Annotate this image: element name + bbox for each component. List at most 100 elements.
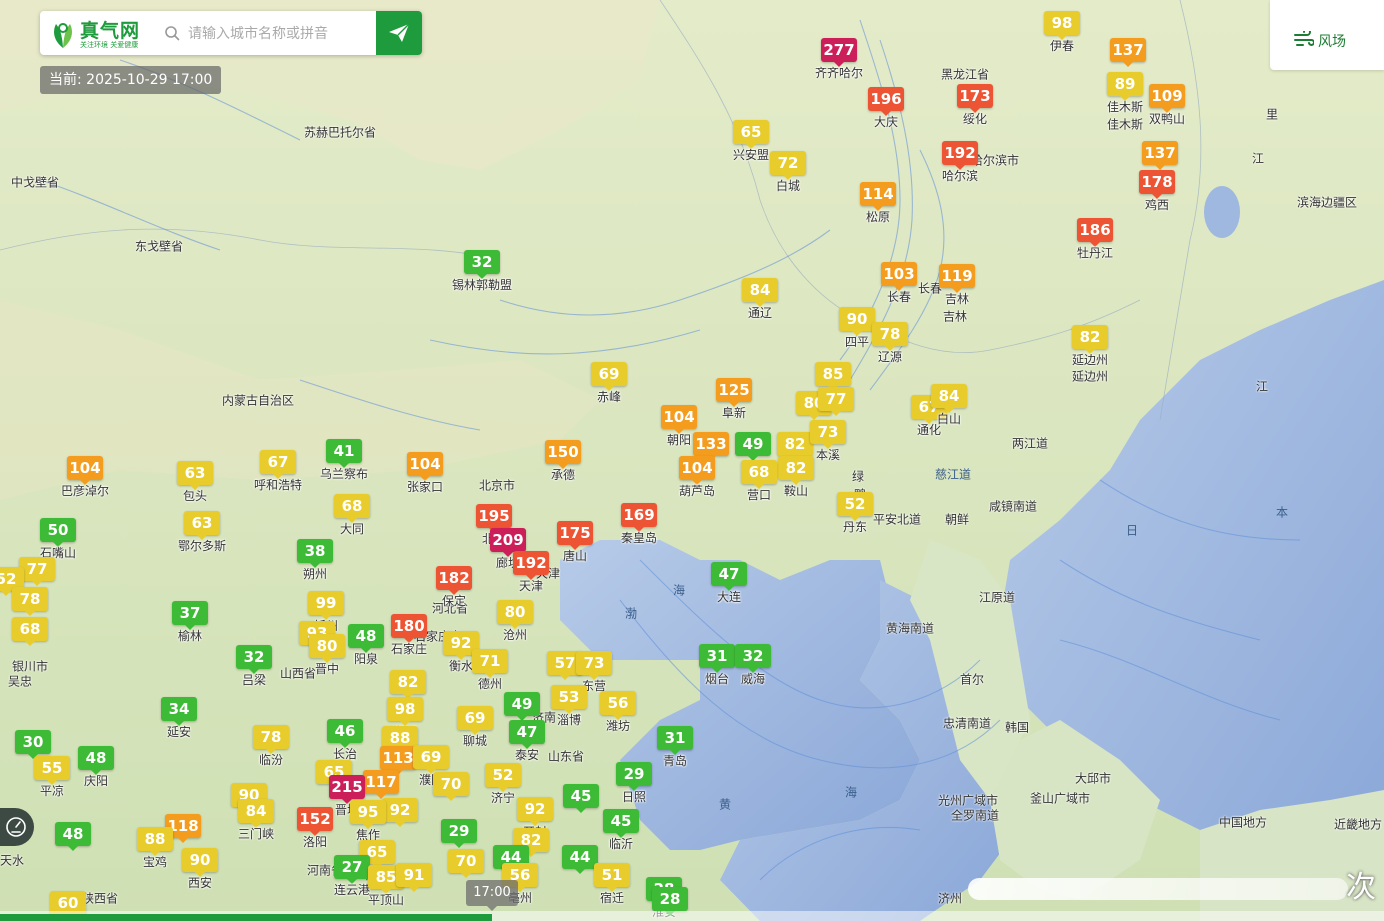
search-submit-button[interactable] [376,11,422,55]
aqi-value-badge[interactable]: 82 [1072,325,1108,354]
aqi-value-badge[interactable]: 50 [40,518,76,547]
aqi-value-badge[interactable]: 44 [562,845,598,874]
aqi-value-badge[interactable]: 99 [308,591,344,620]
aqi-value-badge[interactable]: 31 [657,726,693,755]
aqi-value-badge[interactable]: 38 [297,539,333,568]
aqi-value-badge[interactable]: 49 [735,432,771,461]
aqi-value-badge[interactable]: 45 [563,784,599,813]
aqi-value-badge[interactable]: 48 [78,746,114,775]
aqi-value-badge[interactable]: 92 [382,798,418,827]
aqi-value-badge[interactable]: 77 [19,557,55,586]
aqi-value-badge[interactable]: 69 [591,362,627,391]
aqi-value-badge[interactable]: 27 [334,855,370,884]
aqi-value-badge[interactable]: 92 [517,797,553,826]
aqi-value-badge[interactable]: 69 [413,745,449,774]
aqi-value-badge[interactable]: 104 [407,452,443,481]
city-search-input[interactable] [186,18,376,50]
aqi-value-badge[interactable]: 63 [177,461,213,490]
aqi-value-badge[interactable]: 98 [1044,11,1080,40]
aqi-value-badge[interactable]: 91 [396,863,432,892]
aqi-value-badge[interactable]: 182 [436,566,472,595]
aqi-value-badge[interactable]: 215 [329,775,365,804]
aqi-value-badge[interactable]: 117 [363,770,399,799]
aqi-value-badge[interactable]: 104 [679,456,715,485]
wind-field-toggle[interactable]: 风场 [1270,0,1384,70]
aqi-value-badge[interactable]: 80 [497,600,533,629]
aqi-value-badge[interactable]: 209 [490,528,526,557]
aqi-value-badge[interactable]: 68 [12,617,48,646]
aqi-value-badge[interactable]: 49 [504,692,540,721]
aqi-value-badge[interactable]: 137 [1142,141,1178,170]
timeline-handle[interactable]: 17:00 [466,880,518,911]
aqi-value-badge[interactable]: 175 [557,521,593,550]
aqi-value-badge[interactable]: 71 [472,649,508,678]
aqi-value-badge[interactable]: 30 [15,730,51,759]
aqi-value-badge[interactable]: 84 [238,799,274,828]
aqi-value-badge[interactable]: 89 [1107,72,1143,101]
aqi-value-badge[interactable]: 196 [868,87,904,116]
aqi-value-badge[interactable]: 32 [236,645,272,674]
aqi-value-badge[interactable]: 88 [137,827,173,856]
air-quality-map[interactable]: 苏赫巴托尔省 中戈壁省 东戈壁省 内蒙古自治区 黑龙江省 佳木斯里江滨海边疆区 哈尔滨市 长春… [0,0,1384,921]
aqi-value-badge[interactable]: 82 [778,456,814,485]
aqi-value-badge[interactable]: 169 [621,503,657,532]
aqi-value-badge[interactable]: 186 [1077,218,1113,247]
aqi-value-badge[interactable]: 73 [576,651,612,680]
aqi-value-badge[interactable]: 77 [818,387,854,416]
aqi-value-badge[interactable]: 114 [860,182,896,211]
aqi-value-badge[interactable]: 180 [391,614,427,643]
aqi-value-badge[interactable]: 150 [545,440,581,469]
timeline-track[interactable] [0,911,1384,921]
aqi-value-badge[interactable]: 85 [815,362,851,391]
aqi-value-badge[interactable]: 56 [600,691,636,720]
aqi-value-badge[interactable]: 98 [387,697,423,726]
aqi-value-badge[interactable]: 48 [55,822,91,851]
aqi-value-badge[interactable]: 34 [161,697,197,726]
aqi-value-badge[interactable]: 51 [594,863,630,892]
aqi-value-badge[interactable]: 29 [441,819,477,848]
aqi-value-badge[interactable]: 104 [661,405,697,434]
aqi-value-badge[interactable]: 68 [741,460,777,489]
aqi-value-badge[interactable]: 119 [939,264,975,293]
aqi-value-badge[interactable]: 68 [334,494,370,523]
aqi-value-badge[interactable]: 29 [616,762,652,791]
aqi-value-badge[interactable]: 113 [380,746,416,775]
aqi-value-badge[interactable]: 73 [810,420,846,449]
aqi-value-badge[interactable]: 82 [390,670,426,699]
aqi-value-badge[interactable]: 84 [931,384,967,413]
aqi-value-badge[interactable]: 32 [464,250,500,279]
aqi-value-badge[interactable]: 52 [837,492,873,521]
aqi-value-badge[interactable]: 109 [1149,84,1185,113]
aqi-value-badge[interactable]: 32 [735,644,771,673]
aqi-value-badge[interactable]: 90 [839,307,875,336]
aqi-value-badge[interactable]: 28 [652,887,688,916]
aqi-value-badge[interactable]: 53 [551,685,587,714]
aqi-value-badge[interactable]: 72 [770,151,806,180]
aqi-value-badge[interactable]: 104 [67,456,103,485]
aqi-value-badge[interactable]: 103 [881,262,917,291]
aqi-value-badge[interactable]: 46 [327,719,363,748]
aqi-value-badge[interactable]: 173 [957,84,993,113]
aqi-value-badge[interactable]: 133 [693,432,729,461]
app-logo[interactable]: 真气网 关注环境 关爱健康 [48,15,158,51]
aqi-value-badge[interactable]: 78 [12,587,48,616]
aqi-value-badge[interactable]: 78 [253,725,289,754]
aqi-value-badge[interactable]: 52 [485,763,521,792]
aqi-value-badge[interactable]: 178 [1139,170,1175,199]
aqi-value-badge[interactable]: 47 [509,720,545,749]
aqi-value-badge[interactable]: 192 [942,141,978,170]
aqi-value-badge[interactable]: 47 [711,562,747,591]
aqi-value-badge[interactable]: 125 [716,378,752,407]
aqi-value-badge[interactable]: 277 [821,38,857,67]
aqi-value-badge[interactable]: 84 [742,278,778,307]
aqi-value-badge[interactable]: 67 [260,450,296,479]
aqi-value-badge[interactable]: 31 [699,644,735,673]
aqi-value-badge[interactable]: 37 [172,601,208,630]
aqi-value-badge[interactable]: 45 [603,809,639,838]
aqi-value-badge[interactable]: 65 [733,120,769,149]
aqi-value-badge[interactable]: 137 [1110,38,1146,67]
aqi-value-badge[interactable]: 90 [182,848,218,877]
aqi-value-badge[interactable]: 95 [350,800,386,829]
aqi-value-badge[interactable]: 195 [476,504,512,533]
aqi-value-badge[interactable]: 70 [448,849,484,878]
